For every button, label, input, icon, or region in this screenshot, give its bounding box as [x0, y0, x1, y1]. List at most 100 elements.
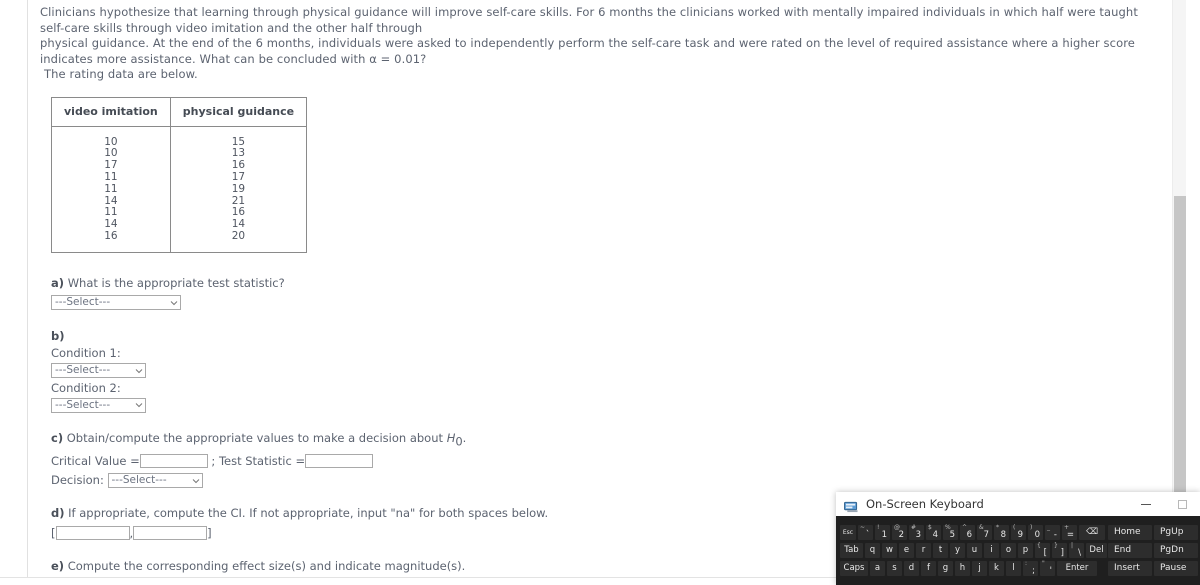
key-f[interactable]: f — [921, 561, 936, 576]
ci-lower-input[interactable] — [55, 526, 130, 541]
key-i[interactable]: i — [984, 543, 999, 558]
key-8[interactable]: * 8 — [994, 525, 1009, 540]
key-t[interactable]: t — [933, 543, 948, 558]
key-5[interactable]: % 5 — [943, 525, 958, 540]
key-g[interactable]: g — [938, 561, 953, 576]
key-y[interactable]: y — [950, 543, 965, 558]
key-base-label: 6 — [966, 529, 972, 540]
key-semicolon[interactable]: :; — [1023, 561, 1038, 576]
key-esc[interactable]: Esc — [840, 525, 856, 540]
key-page-down[interactable]: PgDn — [1154, 543, 1198, 558]
screen-root: Clinicians hypothesize that learning thr… — [0, 0, 1200, 585]
key-page-up[interactable]: PgUp — [1154, 525, 1198, 540]
key-home[interactable]: Home — [1108, 525, 1152, 540]
key-backspace[interactable]: ⌫ — [1079, 525, 1105, 540]
osk-window-title: On-Screen Keyboard — [866, 497, 984, 511]
decision-row: Decision: ---Select--- — [51, 472, 1162, 489]
key-grave[interactable]: ~ ` — [858, 525, 873, 540]
key-shift-label: * — [996, 524, 999, 531]
key-u[interactable]: u — [967, 543, 982, 558]
on-screen-keyboard-window[interactable]: On-Screen Keyboard Esc ~ ` ! 1 @2 #3 $4 % 5 — [836, 492, 1200, 585]
osk-main-keys: Esc ~ ` ! 1 @2 #3 $4 % 5 ^ 6 & 7 * 8 (9 ) 0 _ - … — [840, 525, 1107, 579]
key-0[interactable]: ) 0 — [1028, 525, 1043, 540]
key-7[interactable]: & 7 — [977, 525, 992, 540]
key-w[interactable]: w — [882, 543, 897, 558]
question-d-label: d) — [51, 506, 65, 521]
key-p[interactable]: p — [1018, 543, 1033, 558]
key-h[interactable]: h — [955, 561, 970, 576]
key-d[interactable]: d — [904, 561, 919, 576]
key-1[interactable]: ! 1 — [875, 525, 890, 540]
key-insert[interactable]: Insert — [1108, 561, 1152, 576]
maximize-icon — [1177, 499, 1187, 509]
osk-title-bar[interactable]: On-Screen Keyboard — [836, 492, 1200, 516]
key-a[interactable]: a — [870, 561, 885, 576]
osk-row-qwerty: Tab q w e r t y u i o p {[ }] | \ Del — [840, 543, 1107, 558]
key-shift-label: ~ — [860, 524, 866, 531]
separator-semicolon: ; — [211, 453, 216, 468]
cell-value: 15 — [231, 135, 246, 148]
key-base-label: ] — [1060, 547, 1064, 558]
condition-2-select-wrap: ---Select--- — [51, 397, 146, 414]
key-2[interactable]: @2 — [892, 525, 907, 540]
minimize-button[interactable] — [1128, 492, 1164, 516]
key-e[interactable]: e — [899, 543, 914, 558]
key-shift-label: _ — [1047, 524, 1050, 531]
condition-2-select[interactable]: ---Select--- — [51, 397, 146, 413]
maximize-button[interactable] — [1164, 492, 1200, 516]
key-6[interactable]: ^ 6 — [960, 525, 975, 540]
key-4[interactable]: $4 — [926, 525, 941, 540]
cell-value: 14 — [104, 194, 118, 207]
table-header-row: video imitation physical guidance — [51, 97, 307, 127]
column-physical-guidance-values: 15 13 16 17 19 21 16 14 20 — [170, 127, 306, 253]
key-minus[interactable]: _ - — [1045, 525, 1060, 540]
key-r[interactable]: r — [916, 543, 931, 558]
key-shift-label: $ — [928, 524, 932, 531]
keyboard-icon — [844, 498, 859, 512]
cell-value: 21 — [231, 194, 246, 207]
key-l[interactable]: l — [1006, 561, 1021, 576]
key-quote[interactable]: " ' — [1040, 561, 1055, 576]
question-e-text-line-1: Compute the corresponding effect size(s)… — [67, 558, 466, 573]
question-c: c) Obtain/compute the appropriate values… — [51, 430, 1162, 489]
key-9[interactable]: (9 — [1011, 525, 1026, 540]
key-enter[interactable]: Enter — [1057, 561, 1097, 576]
question-e-label: e) — [51, 558, 65, 573]
cell-value: 17 — [231, 170, 246, 183]
key-q[interactable]: q — [865, 543, 880, 558]
cell-value: 10 — [104, 135, 118, 148]
key-delete[interactable]: Del — [1086, 543, 1107, 558]
key-shift-label: ) — [1030, 524, 1033, 531]
condition-1-select[interactable]: ---Select--- — [51, 363, 146, 379]
test-statistic-input[interactable] — [305, 454, 374, 469]
key-equals[interactable]: + = — [1062, 525, 1077, 540]
key-bracket-left[interactable]: {[ — [1035, 543, 1050, 558]
key-bracket-right[interactable]: }] — [1052, 543, 1067, 558]
cell-value: 19 — [231, 182, 246, 195]
key-base-label: 1 — [881, 529, 887, 540]
key-base-label: = — [1066, 529, 1074, 540]
intro-line-3: The rating data are below. — [44, 67, 198, 81]
key-base-label: [ — [1043, 547, 1047, 558]
key-backslash[interactable]: | \ — [1069, 543, 1084, 558]
test-statistic-select-wrap: ---Select--- — [51, 294, 181, 311]
key-s[interactable]: s — [887, 561, 902, 576]
ci-upper-input[interactable] — [133, 526, 208, 541]
key-pause[interactable]: Pause — [1154, 561, 1198, 576]
decision-select[interactable]: ---Select--- — [107, 472, 203, 488]
key-tab[interactable]: Tab — [840, 543, 863, 558]
bracket-close: ] — [207, 525, 212, 540]
critical-value-input[interactable] — [139, 454, 208, 469]
key-j[interactable]: j — [972, 561, 987, 576]
key-base-label: 2 — [898, 529, 904, 540]
key-k[interactable]: k — [989, 561, 1004, 576]
osk-window-controls — [1128, 492, 1200, 516]
decision-label: Decision: — [51, 473, 104, 488]
key-caps-lock[interactable]: Caps — [840, 561, 868, 576]
condition-2-control: ---Select--- — [51, 397, 1162, 414]
key-o[interactable]: o — [1001, 543, 1016, 558]
key-shift-label: ( — [1013, 524, 1016, 531]
key-3[interactable]: #3 — [909, 525, 924, 540]
test-statistic-select[interactable]: ---Select--- — [51, 295, 181, 311]
key-end[interactable]: End — [1108, 543, 1152, 558]
